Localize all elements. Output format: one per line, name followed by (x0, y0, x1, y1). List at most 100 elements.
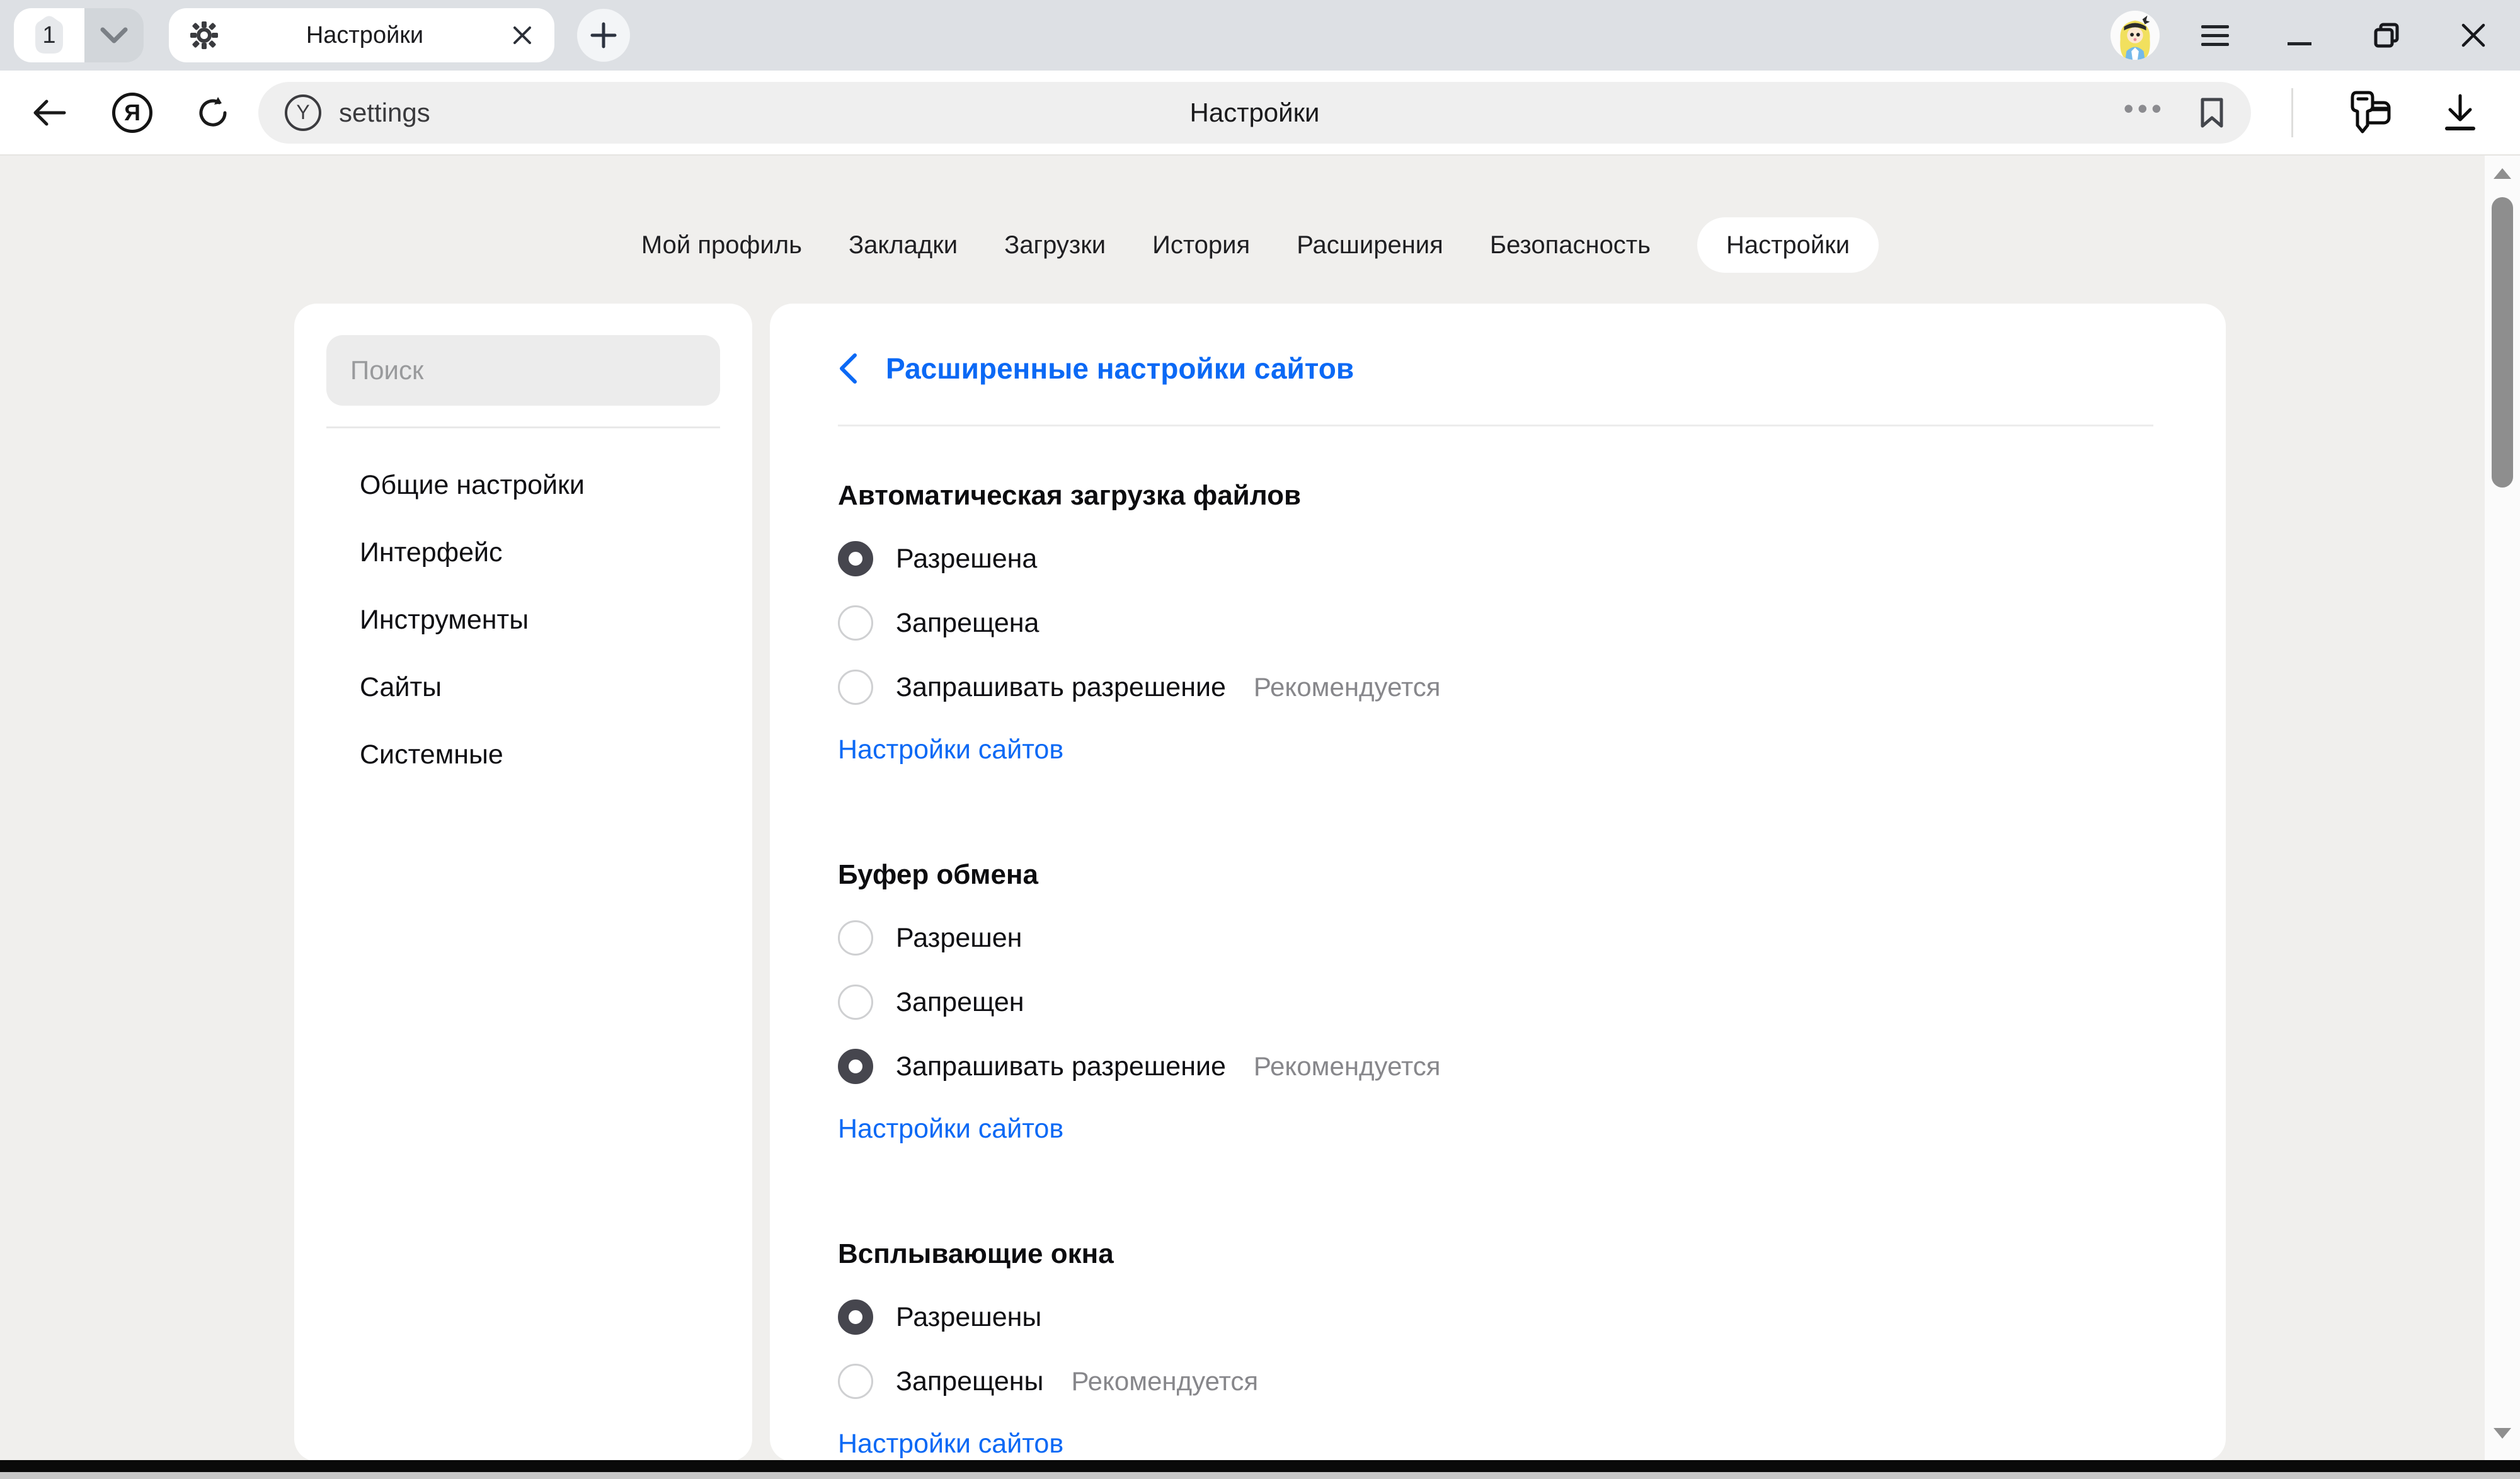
radio-button[interactable] (838, 670, 873, 705)
tab-close-icon[interactable] (512, 25, 533, 46)
sidebar-divider (326, 426, 720, 428)
window-restore-button[interactable] (2368, 13, 2405, 57)
radio-label: Запрещена (896, 608, 1039, 639)
window-minimize-button[interactable] (2281, 13, 2318, 57)
sidebar-item-tools[interactable]: Инструменты (360, 604, 720, 636)
nav-settings-active[interactable]: Настройки (1697, 217, 1879, 273)
radio-label: Запрещен (896, 987, 1024, 1018)
radio-option[interactable]: Разрешены (838, 1299, 2226, 1335)
settings-content: Расширенные настройки сайтов Автоматичес… (770, 304, 2226, 1461)
downloads-button[interactable] (2442, 93, 2478, 132)
radio-button[interactable] (838, 1049, 873, 1084)
site-settings-link[interactable]: Настройки сайтов (838, 1113, 1063, 1145)
nav-downloads[interactable]: Загрузки (1004, 231, 1106, 260)
radio-label: Разрешен (896, 923, 1022, 954)
refresh-icon (197, 96, 231, 130)
advanced-site-settings-back[interactable]: Расширенные настройки сайтов (838, 351, 2226, 385)
tab-group-counter[interactable]: 1 (14, 8, 84, 62)
settings-top-nav: Мой профиль Закладки Загрузки История Ра… (0, 156, 2520, 273)
content-divider (838, 425, 2153, 426)
settings-page: Мой профиль Закладки Загрузки История Ра… (0, 156, 2520, 1479)
radio-button[interactable] (838, 541, 873, 576)
section-auto-file-download: Автоматическая загрузка файлов Разрешена… (838, 479, 2226, 765)
nav-my-profile[interactable]: Мой профиль (641, 231, 802, 260)
sidebar-item-system[interactable]: Системные (360, 739, 720, 770)
radio-button[interactable] (838, 920, 873, 956)
back-button[interactable] (32, 99, 67, 127)
plus-icon (590, 22, 617, 49)
refresh-button[interactable] (197, 96, 231, 130)
nav-bookmarks[interactable]: Закладки (849, 231, 958, 260)
radio-option[interactable]: Запрещена (838, 605, 2226, 641)
radio-label: Запрашивать разрешение (896, 1051, 1226, 1082)
window-close-button[interactable] (2454, 13, 2492, 57)
radio-option[interactable]: Разрешена (838, 541, 2226, 576)
site-settings-link[interactable]: Настройки сайтов (838, 734, 1063, 765)
scroll-down-arrow-icon[interactable] (2494, 1428, 2511, 1439)
radio-option[interactable]: Запрашивать разрешение Рекомендуется (838, 670, 2226, 705)
url-text[interactable]: settings (339, 98, 430, 128)
tab-group[interactable]: 1 (14, 8, 144, 62)
section-clipboard: Буфер обмена Разрешен Запрещен Запрашива… (838, 859, 2226, 1145)
search-input[interactable] (326, 335, 720, 406)
address-more-button[interactable]: ••• (2124, 94, 2165, 132)
tab-strip: 1 Настройки (0, 0, 2520, 71)
recommended-badge: Рекомендуется (1254, 672, 1441, 702)
new-tab-button[interactable] (577, 9, 630, 62)
address-bar[interactable]: Y settings Настройки ••• (258, 82, 2251, 144)
gear-icon (190, 21, 218, 49)
scrollbar-thumb[interactable] (2492, 197, 2513, 488)
chevron-down-icon (100, 27, 128, 43)
page-title: Настройки (258, 98, 2251, 128)
download-icon (2442, 93, 2478, 132)
tab-title: Настройки (218, 22, 512, 49)
radio-option[interactable]: Запрашивать разрешение Рекомендуется (838, 1049, 2226, 1084)
bottom-edge-strip-light (0, 1472, 2520, 1479)
radio-label: Разрешены (896, 1302, 1041, 1333)
radio-button[interactable] (838, 605, 873, 641)
back-arrow-icon (32, 99, 67, 127)
nav-history[interactable]: История (1152, 231, 1250, 260)
bookmark-icon[interactable] (2199, 96, 2225, 129)
section-popups: Всплывающие окна Разрешены Запрещены Рек… (838, 1238, 2226, 1459)
section-title: Всплывающие окна (838, 1238, 2226, 1271)
radio-label: Разрешена (896, 544, 1037, 574)
restore-icon (2373, 22, 2400, 49)
recommended-badge: Рекомендуется (1254, 1051, 1441, 1082)
bottom-edge-strip (0, 1460, 2520, 1472)
scroll-up-arrow-icon[interactable] (2494, 168, 2511, 179)
radio-label: Запрещены (896, 1366, 1043, 1397)
radio-option[interactable]: Запрещен (838, 985, 2226, 1020)
radio-button[interactable] (838, 985, 873, 1020)
browser-tab-settings[interactable]: Настройки (169, 8, 554, 62)
passwords-cards-button[interactable] (2349, 90, 2391, 135)
section-title: Автоматическая загрузка файлов (838, 479, 2226, 512)
site-favicon-icon: Y (285, 94, 321, 131)
section-title: Буфер обмена (838, 859, 2226, 891)
advanced-site-settings-heading: Расширенные настройки сайтов (886, 351, 1354, 385)
toolbar: Я Y settings Настройки ••• (0, 71, 2520, 156)
browser-menu-button[interactable] (2201, 25, 2229, 46)
minimize-icon (2288, 42, 2311, 45)
page-scrollbar[interactable] (2485, 156, 2520, 1461)
radio-option[interactable]: Разрешен (838, 920, 2226, 956)
tab-group-count: 1 (42, 22, 55, 49)
site-settings-link[interactable]: Настройки сайтов (838, 1428, 1063, 1459)
sidebar-item-general[interactable]: Общие настройки (360, 469, 720, 501)
yandex-logo[interactable]: Я (112, 93, 152, 133)
settings-sidebar: Общие настройки Интерфейс Инструменты Са… (294, 304, 752, 1461)
radio-button[interactable] (838, 1364, 873, 1399)
nav-extensions[interactable]: Расширения (1297, 231, 1443, 260)
tab-group-expand-button[interactable] (84, 8, 144, 62)
recommended-badge: Рекомендуется (1071, 1366, 1258, 1396)
toolbar-divider (2291, 88, 2293, 137)
radio-button[interactable] (838, 1299, 873, 1335)
sidebar-item-interface[interactable]: Интерфейс (360, 537, 720, 568)
radio-option[interactable]: Запрещены Рекомендуется (838, 1364, 2226, 1399)
chevron-left-icon (838, 352, 858, 385)
hamburger-icon (2201, 25, 2229, 28)
avatar[interactable] (2110, 11, 2160, 60)
radio-label: Запрашивать разрешение (896, 672, 1226, 703)
sidebar-item-sites[interactable]: Сайты (360, 671, 720, 703)
nav-security[interactable]: Безопасность (1490, 231, 1651, 260)
